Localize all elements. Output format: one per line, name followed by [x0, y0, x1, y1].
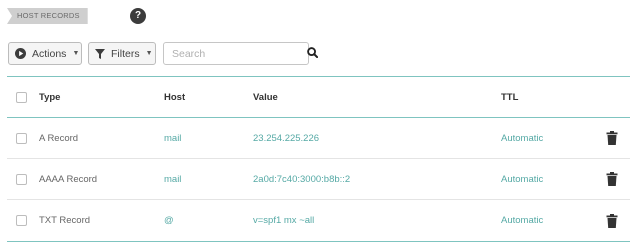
- row-checkbox[interactable]: [16, 132, 27, 144]
- caret-down-icon: ▼: [72, 50, 80, 57]
- magnifier-icon[interactable]: [307, 45, 319, 63]
- search-box: [163, 42, 319, 65]
- row-checkbox[interactable]: [16, 215, 27, 226]
- filters-label: Filters: [111, 47, 140, 60]
- record-type: A Record: [39, 132, 79, 144]
- table-row: TXT Record @ v=spf1 mx ~all Automatic: [7, 200, 630, 241]
- play-circle-icon: [15, 48, 26, 59]
- record-host[interactable]: @: [164, 215, 174, 226]
- record-value[interactable]: 2a0d:7c40:3000:b8b::2: [253, 174, 350, 185]
- column-header-value[interactable]: Value: [253, 92, 278, 103]
- table-row: A Record mail 23.254.225.226 Automatic: [7, 118, 630, 159]
- table-header: Type Host Value TTL: [7, 77, 630, 118]
- record-type: TXT Record: [39, 215, 91, 226]
- host-records-table: Type Host Value TTL A Record mail 23.254…: [7, 76, 630, 242]
- column-header-host[interactable]: Host: [164, 92, 185, 103]
- select-all-checkbox[interactable]: [16, 91, 27, 103]
- record-ttl[interactable]: Automatic: [501, 133, 543, 144]
- trash-icon[interactable]: [606, 131, 618, 145]
- record-ttl[interactable]: Automatic: [501, 215, 543, 226]
- help-icon[interactable]: ?: [130, 8, 146, 24]
- column-header-ttl[interactable]: TTL: [501, 92, 518, 103]
- trash-icon[interactable]: [606, 213, 618, 228]
- record-type: AAAA Record: [39, 173, 98, 185]
- actions-button[interactable]: Actions ▼: [8, 42, 82, 65]
- table-row: AAAA Record mail 2a0d:7c40:3000:b8b::2 A…: [7, 159, 630, 200]
- section-header: HOST RECORDS: [7, 8, 88, 24]
- search-input[interactable]: [172, 47, 307, 60]
- record-ttl[interactable]: Automatic: [501, 174, 543, 185]
- record-host[interactable]: mail: [164, 174, 181, 185]
- actions-label: Actions: [32, 47, 67, 60]
- record-value[interactable]: 23.254.225.226: [253, 133, 319, 144]
- funnel-icon: [95, 48, 105, 59]
- toolbar: Actions ▼ Filters ▼: [8, 42, 319, 65]
- column-header-type[interactable]: Type: [39, 92, 60, 103]
- record-host[interactable]: mail: [164, 133, 181, 144]
- row-checkbox[interactable]: [16, 173, 27, 185]
- record-value[interactable]: v=spf1 mx ~all: [253, 215, 314, 226]
- caret-down-icon: ▼: [145, 50, 153, 57]
- filters-button[interactable]: Filters ▼: [88, 42, 156, 65]
- trash-icon[interactable]: [606, 172, 618, 186]
- section-title: HOST RECORDS: [7, 8, 88, 24]
